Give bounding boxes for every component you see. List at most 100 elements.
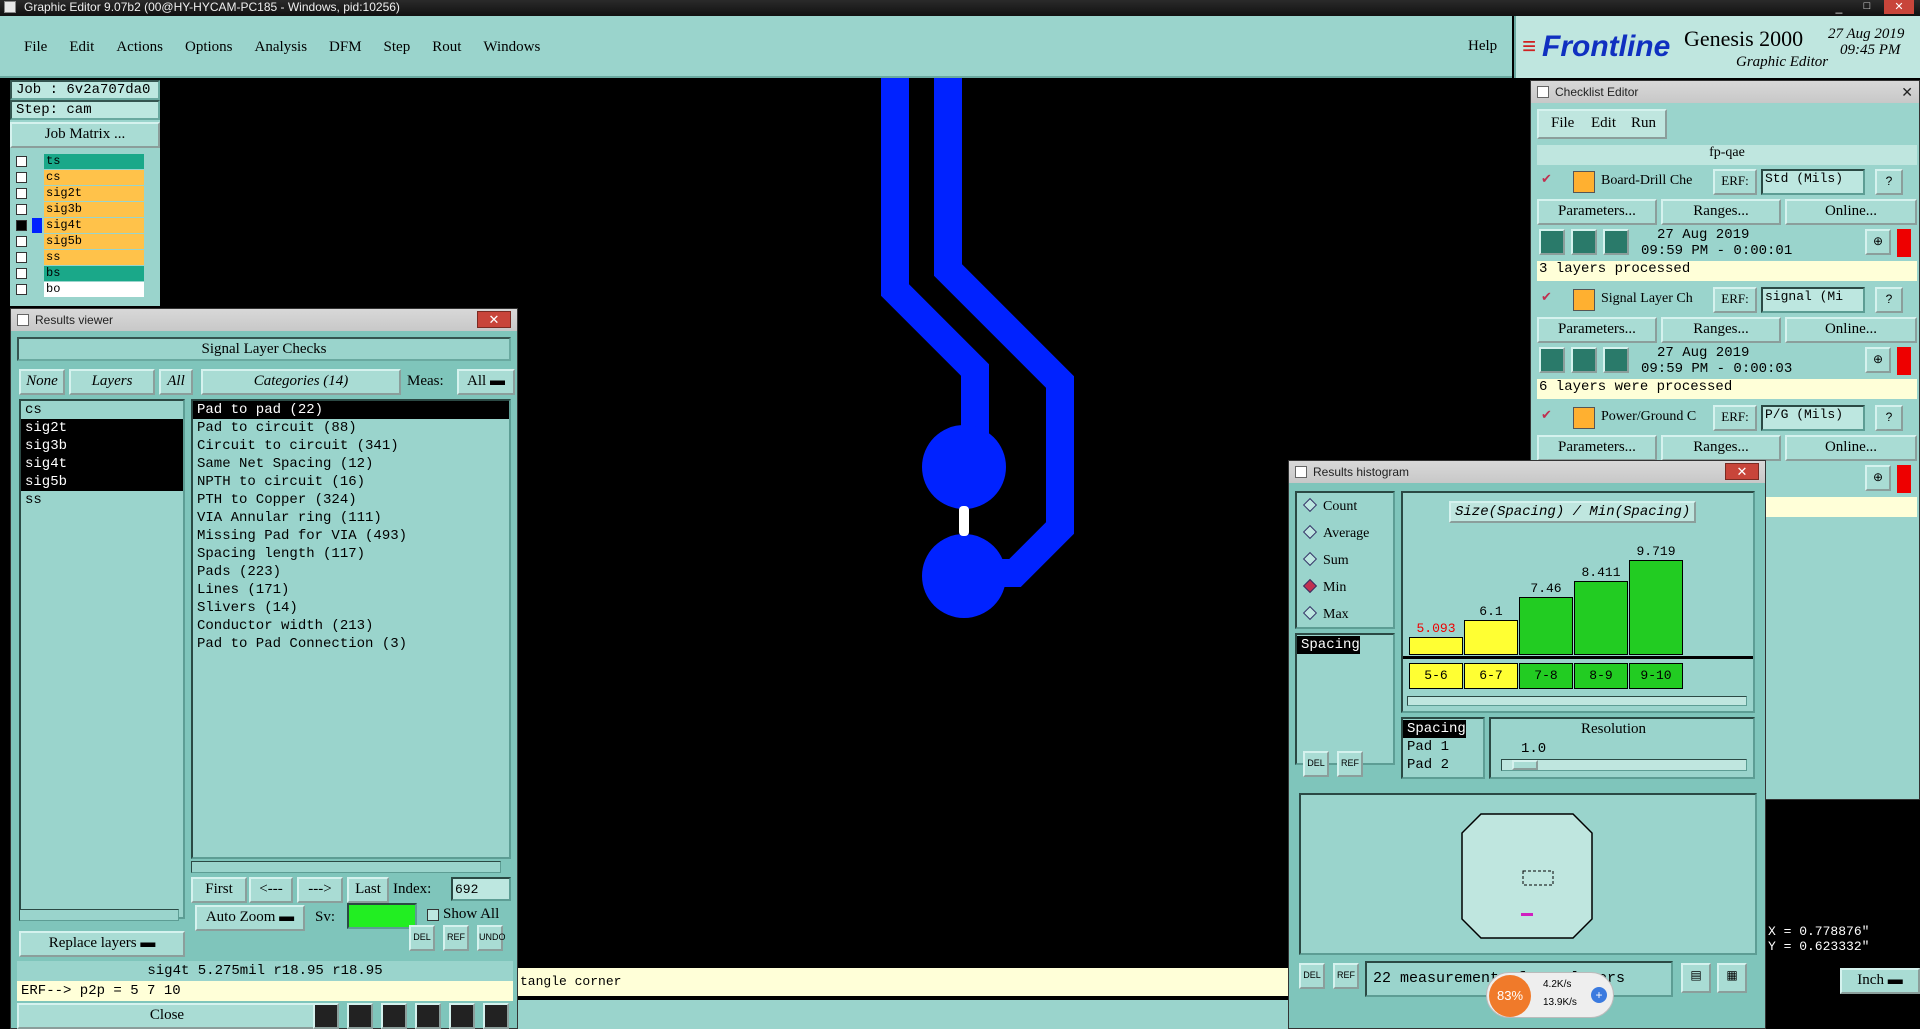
histogram-bar[interactable] <box>1574 581 1628 655</box>
radio-icon[interactable] <box>1302 605 1318 621</box>
category-item[interactable]: Spacing length (117) <box>193 545 509 563</box>
checklist-menu-file[interactable]: File <box>1551 115 1574 132</box>
check-enabled-icon[interactable]: ✔ <box>1541 407 1552 423</box>
show-all-checkbox[interactable] <box>427 909 439 921</box>
histogram-bar[interactable] <box>1519 597 1573 655</box>
stop-icon[interactable] <box>1603 229 1629 255</box>
none-button[interactable]: None <box>19 369 65 395</box>
spacing-item[interactable]: Spacing <box>1297 636 1360 654</box>
layer-list-item[interactable]: sig5b <box>21 473 183 491</box>
tool-icon-4[interactable] <box>415 1003 441 1029</box>
zoom-icon[interactable]: ⊕ <box>1865 347 1891 373</box>
layer-select-list[interactable]: cs sig2t sig3b sig4t sig5b ss <box>19 399 185 919</box>
tool-icon-5[interactable] <box>449 1003 475 1029</box>
histogram-field-list[interactable]: Spacing <box>1295 633 1395 765</box>
category-item[interactable]: NPTH to circuit (16) <box>193 473 509 491</box>
layer-checkbox[interactable] <box>16 172 27 183</box>
replace-layers-dropdown[interactable]: Replace layers ▬ <box>19 931 185 957</box>
menu-actions[interactable]: Actions <box>116 39 163 55</box>
check-enabled-icon[interactable]: ✔ <box>1541 289 1552 305</box>
layer-row[interactable]: ts <box>14 154 144 170</box>
category-item[interactable]: Circuit to circuit (341) <box>193 437 509 455</box>
layer-checkbox[interactable] <box>16 188 27 199</box>
histogram-bar[interactable] <box>1629 559 1683 655</box>
meas-dropdown[interactable]: All ▬ <box>457 369 515 395</box>
close-window-icon[interactable]: ✕ <box>1884 0 1914 14</box>
histogram-bar[interactable] <box>1464 620 1518 655</box>
layer-checkbox[interactable] <box>16 204 27 215</box>
layer-row[interactable]: bo <box>14 282 144 298</box>
option-min[interactable]: Min <box>1302 578 1346 596</box>
parameters-button[interactable]: Parameters... <box>1537 435 1657 461</box>
erf-value[interactable]: Std (Mils) <box>1761 169 1865 195</box>
undo-button[interactable]: UNDO <box>477 925 506 951</box>
run-all-icon[interactable] <box>1571 347 1597 373</box>
layer-checkbox[interactable] <box>16 156 27 167</box>
next-button[interactable]: ---> <box>297 877 343 903</box>
menu-help[interactable]: Help <box>1468 38 1497 55</box>
close-icon[interactable]: ✕ <box>1725 463 1759 480</box>
tool-icon-3[interactable] <box>381 1003 407 1029</box>
auto-zoom-dropdown[interactable]: Auto Zoom ▬ <box>195 905 305 931</box>
menu-edit[interactable]: Edit <box>69 39 94 55</box>
ranges-button[interactable]: Ranges... <box>1661 435 1781 461</box>
layer-checkbox[interactable] <box>16 284 27 295</box>
menu-file[interactable]: File <box>24 39 47 55</box>
minimize-icon[interactable]: _ <box>1828 0 1850 14</box>
network-widget[interactable]: 83% 4.2K/s 13.9K/s + <box>1486 972 1614 1018</box>
plus-icon[interactable]: + <box>1591 987 1607 1003</box>
menu-rout[interactable]: Rout <box>432 39 461 55</box>
erf-value[interactable]: P/G (Mils) <box>1761 405 1865 431</box>
radio-icon[interactable] <box>1302 524 1318 540</box>
layer-checkbox[interactable] <box>16 268 27 279</box>
categories-button[interactable]: Categories (14) <box>201 369 401 395</box>
category-item[interactable]: Pad to Pad Connection (3) <box>193 635 509 653</box>
checklist-menu-edit[interactable]: Edit <box>1591 115 1616 132</box>
slider-thumb[interactable] <box>1512 760 1538 770</box>
category-hscroll[interactable] <box>191 861 501 873</box>
field-pad2[interactable]: Pad 2 <box>1403 756 1483 774</box>
category-item[interactable]: Pad to circuit (88) <box>193 419 509 437</box>
layer-list-item[interactable]: cs <box>21 401 183 419</box>
close-icon[interactable]: ✕ <box>1901 81 1913 103</box>
close-icon[interactable]: ✕ <box>477 311 511 328</box>
radio-icon[interactable] <box>1302 497 1318 513</box>
stop-icon[interactable] <box>1603 347 1629 373</box>
category-item[interactable]: Pad to pad (22) <box>193 401 509 419</box>
maximize-icon[interactable]: □ <box>1856 0 1878 14</box>
ranges-button[interactable]: Ranges... <box>1661 317 1781 343</box>
resolution-field-list[interactable]: Spacing Pad 1 Pad 2 <box>1401 717 1485 779</box>
layer-row[interactable]: sig3b <box>14 202 144 218</box>
erf-value[interactable]: signal (Mi <box>1761 287 1865 313</box>
menu-analysis[interactable]: Analysis <box>255 39 308 55</box>
run-all-icon[interactable] <box>1571 229 1597 255</box>
category-item[interactable]: Missing Pad for VIA (493) <box>193 527 509 545</box>
run-icon[interactable] <box>1539 347 1565 373</box>
field-spacing[interactable]: Spacing <box>1403 720 1466 738</box>
check-enabled-icon[interactable]: ✔ <box>1541 171 1552 187</box>
layer-name[interactable]: bo <box>44 282 144 297</box>
erf-button[interactable]: ERF: <box>1713 405 1757 431</box>
unit-dropdown[interactable]: Inch ▬ <box>1840 968 1920 994</box>
online-button[interactable]: Online... <box>1785 435 1917 461</box>
help-icon[interactable]: ? <box>1875 169 1903 195</box>
checklist-menu-run[interactable]: Run <box>1631 115 1656 132</box>
category-item[interactable]: Same Net Spacing (12) <box>193 455 509 473</box>
zoom-icon[interactable]: ⊕ <box>1865 229 1891 255</box>
histogram-bar[interactable] <box>1409 636 1463 655</box>
layer-list-item[interactable]: ss <box>21 491 183 509</box>
first-button[interactable]: First <box>191 877 247 903</box>
hist-del-button[interactable]: DEL <box>1303 751 1329 777</box>
job-matrix-button[interactable]: Job Matrix ... <box>10 122 160 148</box>
layer-name[interactable]: ss <box>44 250 144 265</box>
layers-button[interactable]: Layers <box>69 369 155 395</box>
erf-button[interactable]: ERF: <box>1713 169 1757 195</box>
erf-button[interactable]: ERF: <box>1713 287 1757 313</box>
category-list[interactable]: Pad to pad (22) Pad to circuit (88) Circui… <box>191 399 511 859</box>
del-button[interactable]: DEL <box>409 925 435 951</box>
menu-windows[interactable]: Windows <box>483 39 540 55</box>
layer-row[interactable]: sig4t <box>14 218 144 234</box>
layer-name[interactable]: sig4t <box>44 218 144 233</box>
last-button[interactable]: Last <box>347 877 389 903</box>
parameters-button[interactable]: Parameters... <box>1537 199 1657 225</box>
